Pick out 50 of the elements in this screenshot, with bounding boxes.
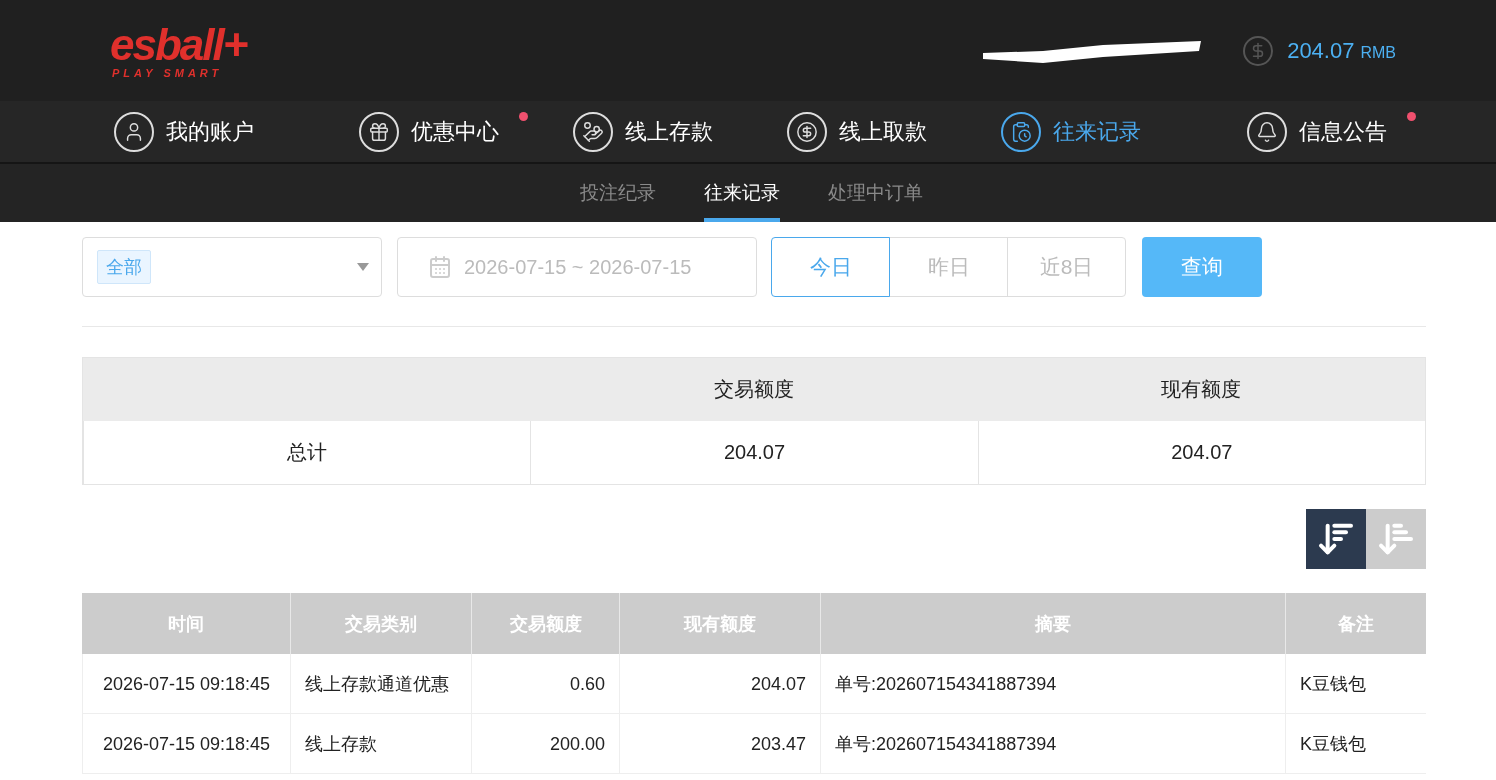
nav-item[interactable]: 往来记录 [1001, 101, 1247, 162]
nav-item[interactable]: 信息公告 [1247, 101, 1427, 162]
table-cell: 2026-07-15 09:18:45 [82, 654, 290, 714]
logo[interactable]: esball+ PLAY SMART [110, 22, 247, 79]
quick-range-button[interactable]: 今日 [771, 237, 890, 297]
category-select[interactable]: 全部 [82, 237, 382, 297]
table-cell: K豆钱包 [1285, 654, 1426, 714]
gift-icon [359, 111, 399, 152]
hand-coin-icon [573, 111, 613, 152]
table-cell: 204.07 [619, 654, 820, 714]
nav-label: 优惠中心 [411, 117, 499, 146]
calendar-icon [428, 255, 452, 279]
person-icon [114, 111, 154, 152]
nav-label: 信息公告 [1299, 117, 1387, 146]
caret-icon [357, 263, 369, 271]
sort-button[interactable] [1306, 509, 1366, 569]
brand-name: esball+ [110, 22, 247, 67]
sub-tab[interactable]: 投注纪录 [579, 164, 656, 222]
tagline: PLAY SMART [112, 66, 224, 79]
category-tag: 全部 [97, 250, 151, 284]
nav-item[interactable]: 线上存款 [573, 101, 787, 162]
table-cell: K豆钱包 [1285, 714, 1426, 774]
nav-item[interactable]: 线上取款 [787, 101, 1001, 162]
nav-item[interactable]: 优惠中心 [359, 101, 573, 162]
summary-header-cell: 交易额度 [530, 358, 978, 421]
summary-header-cell: 现有额度 [977, 358, 1425, 421]
sub-tab[interactable]: 往来记录 [703, 164, 780, 222]
currency: RMB [1360, 43, 1396, 61]
table-cell: 线上存款通道优惠 [290, 654, 471, 714]
table-cell: 2026-07-15 09:18:45 [82, 714, 290, 774]
balance-amount: 204.07 [1287, 37, 1355, 63]
nav-item[interactable]: 我的账户 [114, 101, 359, 162]
table-cell: 线上存款 [290, 714, 471, 774]
bell-icon [1247, 111, 1287, 152]
nav-label: 我的账户 [166, 117, 254, 146]
table-cell: 203.47 [619, 714, 820, 774]
summary-cell: 总计 [83, 421, 531, 484]
table-cell: 单号:202607154341887394 [820, 654, 1285, 714]
table-cell: 单号:202607154341887394 [820, 714, 1285, 774]
table-cell: 0.60 [471, 654, 619, 714]
sub-tab[interactable]: 处理中订单 [827, 164, 923, 222]
summary-cell: 204.07 [530, 421, 978, 484]
dollar-coin-icon [787, 111, 827, 152]
dollar-icon [1243, 35, 1274, 66]
nav-label: 往来记录 [1053, 117, 1141, 146]
nav-label: 线上存款 [625, 117, 713, 146]
summary-cell: 204.07 [977, 421, 1425, 484]
clipboard-clock-icon [1001, 111, 1041, 152]
table-cell: 200.00 [471, 714, 619, 774]
nav-label: 线上取款 [839, 117, 927, 146]
